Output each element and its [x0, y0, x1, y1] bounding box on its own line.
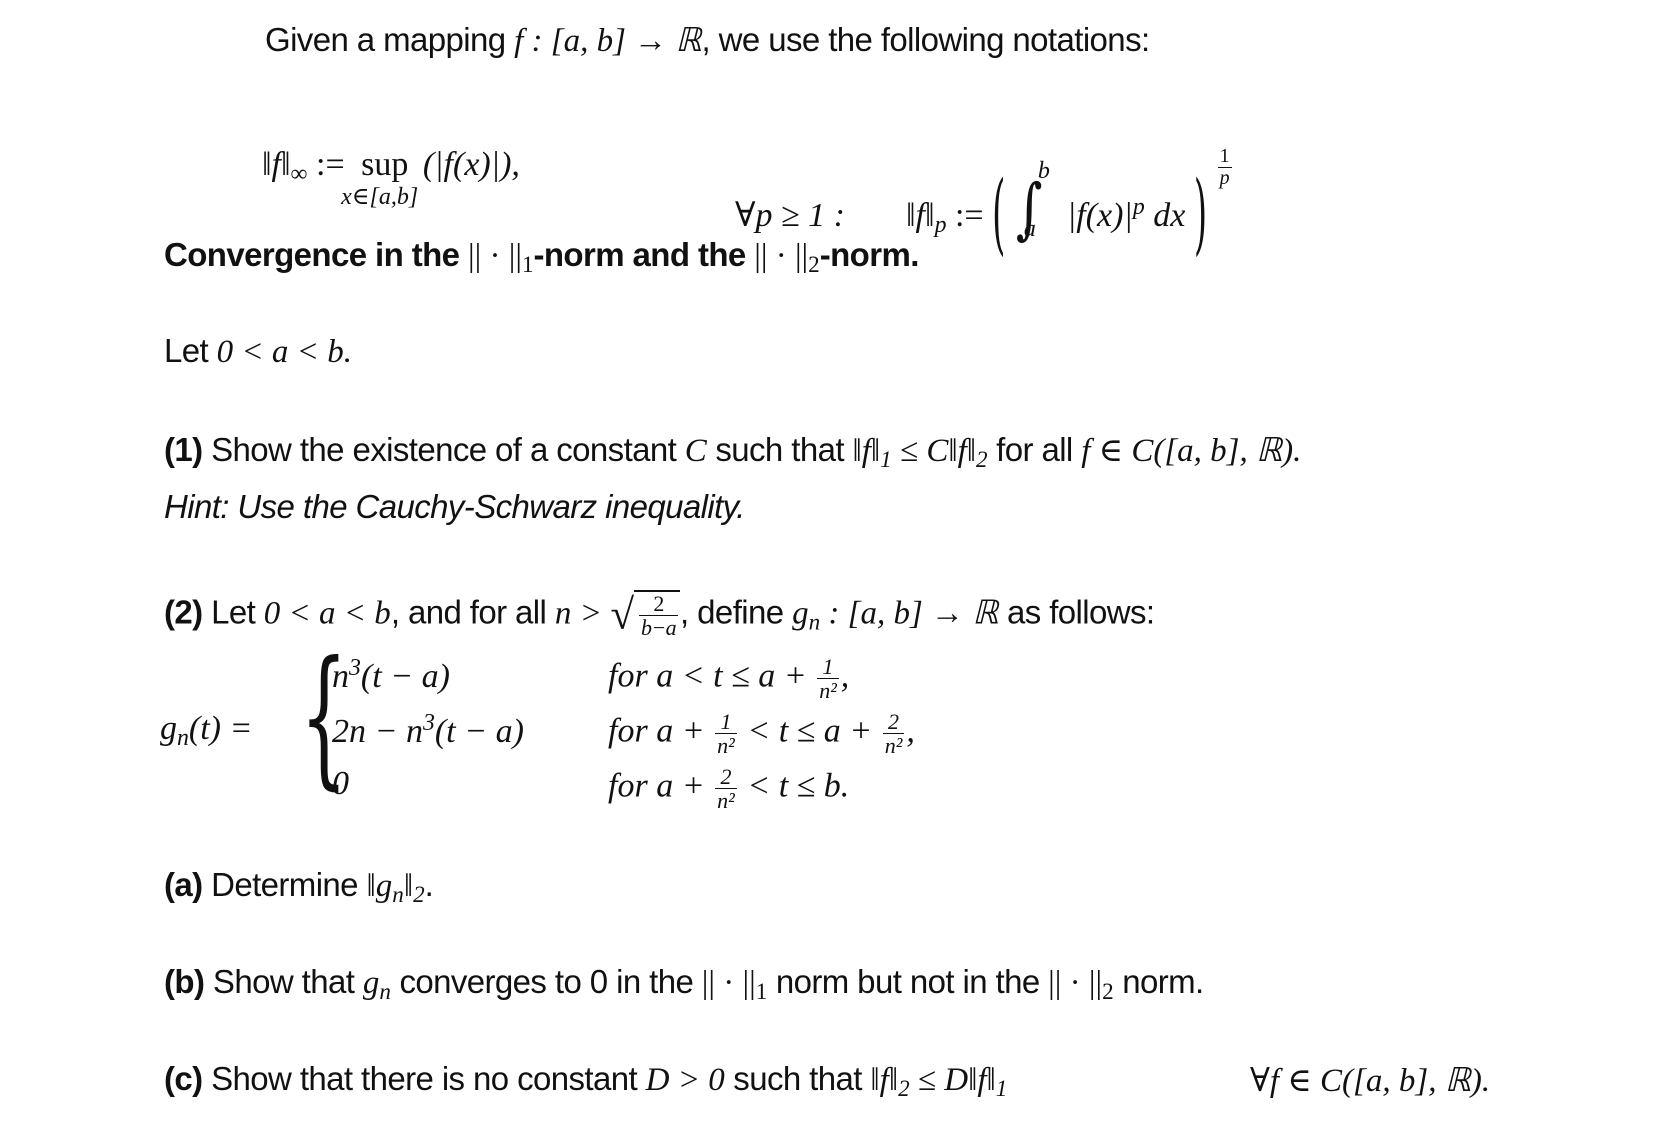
case-2-condition: for a + 1 n² < t ≤ a + 2 n²,: [608, 709, 915, 759]
case-1-condition: for a < t ≤ a + 1 n²,: [608, 654, 850, 704]
assign-symbol-2: :=: [954, 197, 984, 234]
hint: Hint: Use the Cauchy-Schwarz inequality.: [164, 488, 745, 525]
integral-lower: a: [1023, 216, 1036, 242]
left-paren: (: [992, 163, 1006, 267]
norm-definitions: ‖f‖∞ := sup x∈[a,b] (|f(x)|),: [262, 146, 520, 210]
forall-p: ∀p ≥ 1 :: [735, 197, 846, 234]
assign-symbol: :=: [316, 146, 345, 183]
section-heading: Convergence in the || · ||1-norm and the…: [164, 236, 919, 277]
inequality: ‖f‖1 ≤ C‖f‖2: [852, 433, 988, 472]
intro-text: Given a mapping: [265, 21, 515, 58]
sup-operator: sup x∈[a,b]: [341, 146, 419, 210]
p-norm: ‖f‖p: [906, 197, 947, 238]
case-3-condition: for a + 2 n² < t ≤ b.: [608, 764, 850, 814]
piecewise-definition: gn(t) = { n3(t − a) 2n − n3(t − a) 0 for…: [160, 642, 1060, 820]
question-a: (a) Determine ‖gn‖2.: [164, 866, 434, 907]
question-c-forall: ∀f ∈ C([a, b], ℝ).: [1250, 1063, 1491, 1099]
sup-argument: (|f(x)|),: [422, 146, 520, 183]
let-statement: Let 0 < a < b.: [164, 332, 352, 370]
inf-norm: ‖f‖∞: [262, 146, 308, 187]
sup-subscript: x∈[a,b]: [341, 184, 419, 210]
question-2-label: (2): [164, 593, 203, 631]
question-c-label: (c): [164, 1060, 203, 1097]
sqrt-expression: √ 2 b−a: [610, 590, 681, 640]
intro-line: Given a mapping f : [a, b] → ℝ, we use t…: [265, 20, 1150, 60]
intro-text-after: , we use the following notations:: [701, 21, 1151, 58]
intro-mapping-math: f : [a, b] → ℝ: [514, 23, 702, 59]
question-c: (c) Show that there is no constant D > 0…: [164, 1060, 1008, 1101]
question-a-label: (a): [164, 866, 203, 903]
piecewise-lhs: gn(t) =: [160, 710, 253, 751]
question-b-label: (b): [164, 963, 205, 1000]
integrand: |f(x)|p dx: [1066, 194, 1186, 234]
case-3-expr: 0: [332, 765, 349, 802]
case-2-expr: 2n − n3(t − a): [332, 710, 524, 750]
outer-exponent: 1 p: [1217, 145, 1232, 189]
right-paren: ): [1193, 163, 1208, 267]
integral-upper: b: [1037, 158, 1050, 184]
question-1: (1) Show the existence of a constant C s…: [164, 431, 1302, 472]
question-b: (b) Show that gn converges to 0 in the |…: [164, 963, 1204, 1004]
p-norm-definition: ∀p ≥ 1 : ‖f‖p := ( ∫ b a |f(x)|p dx ) 1 …: [735, 145, 1234, 267]
case-1-expr: n3(t − a): [332, 655, 450, 695]
question-1-label: (1): [164, 431, 203, 468]
integral: ∫ b a: [1015, 158, 1050, 248]
